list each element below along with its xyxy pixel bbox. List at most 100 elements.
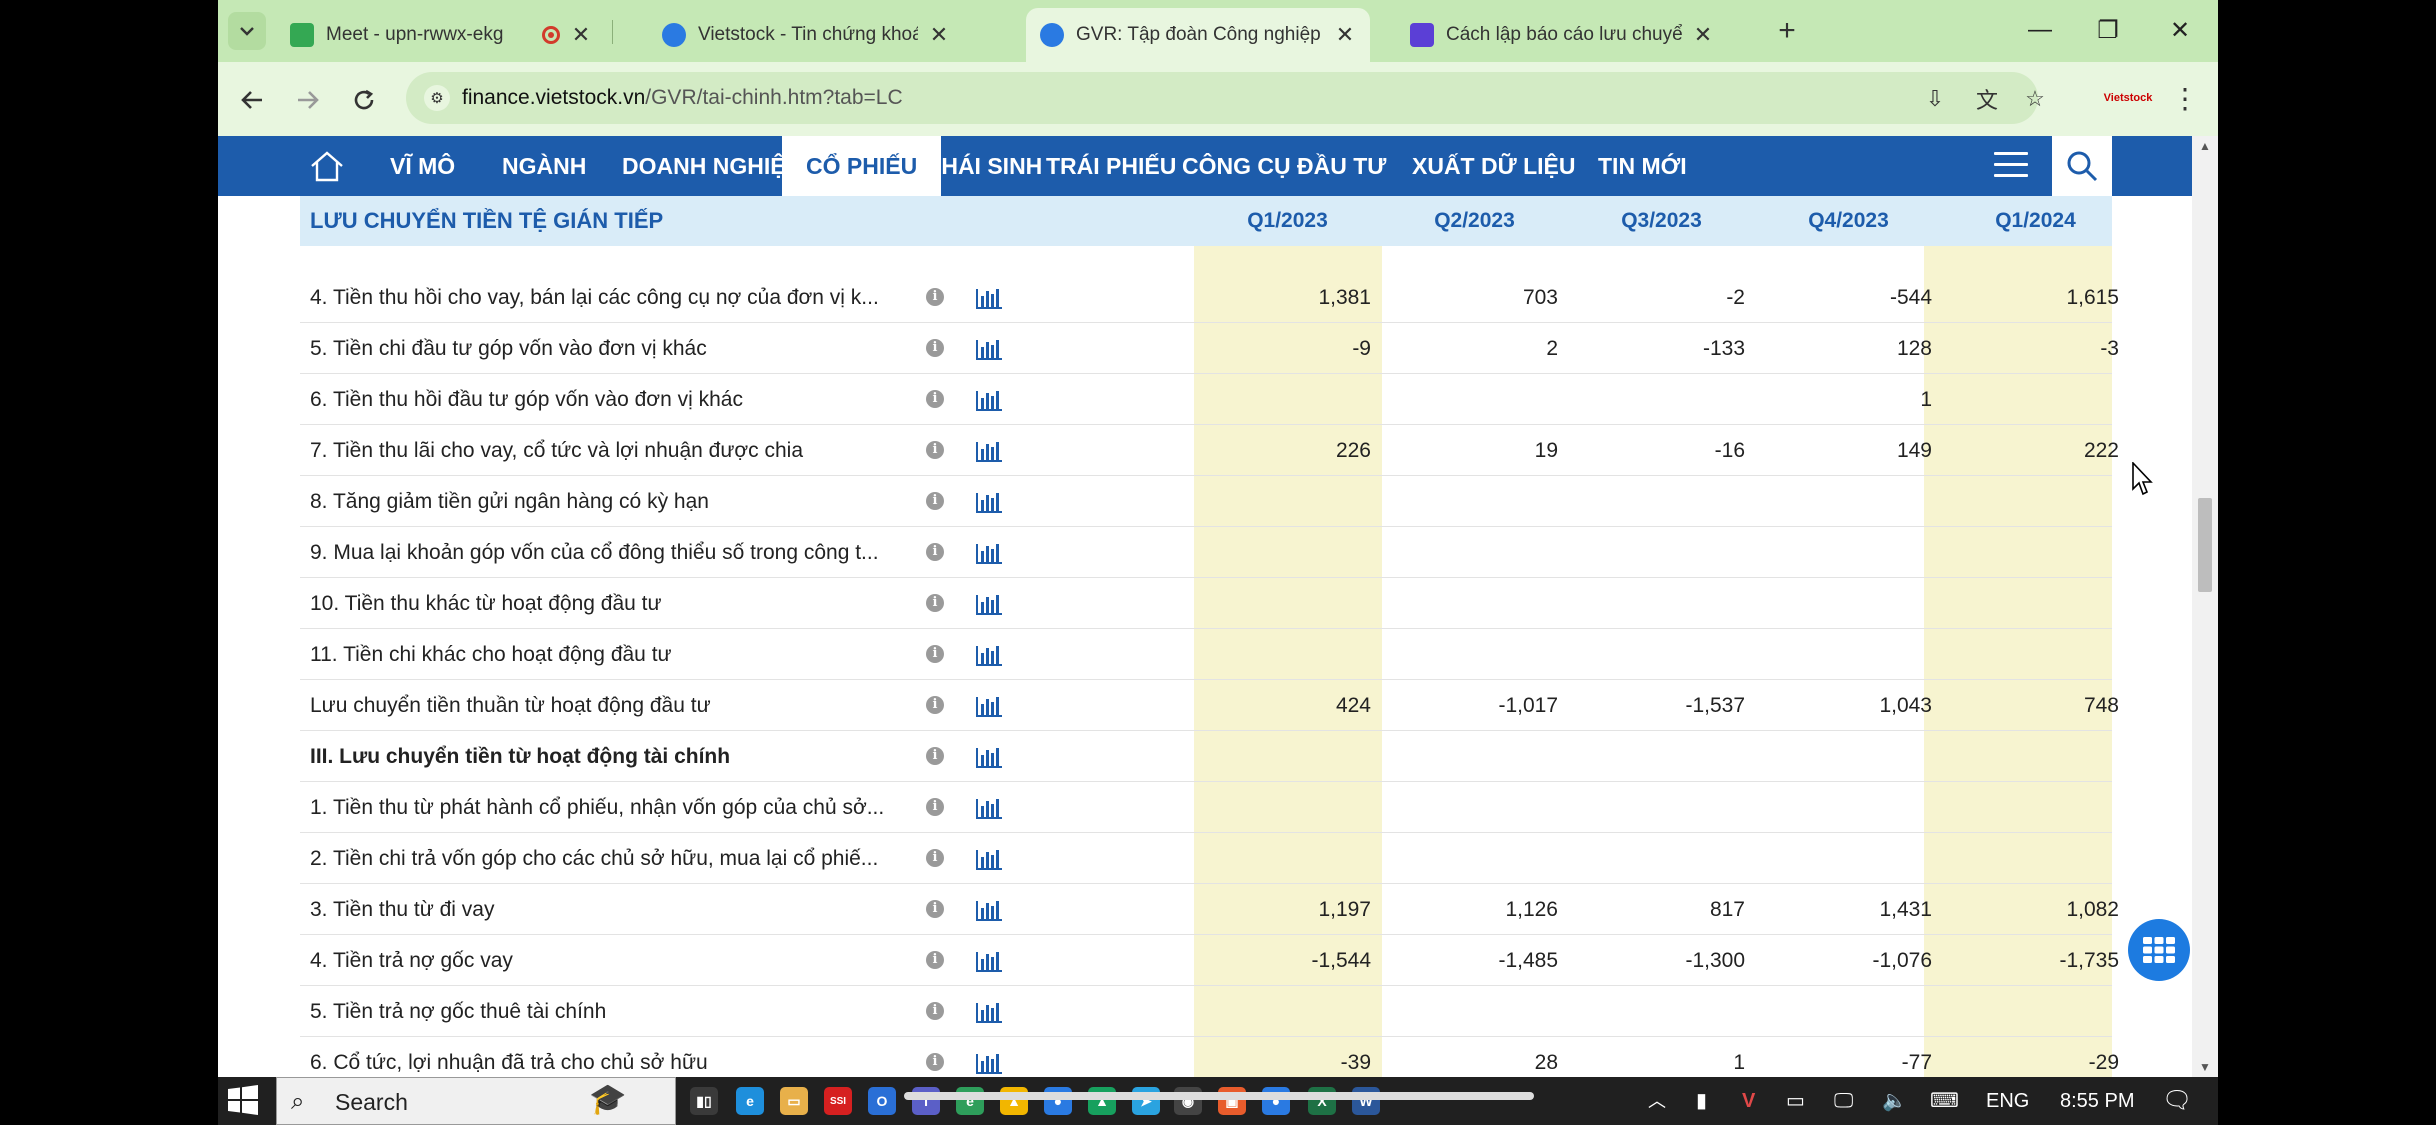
- row-label: 6. Tiền thu hồi đầu tư góp vốn vào đơn v…: [310, 388, 743, 411]
- volume-icon[interactable]: 🔈: [1882, 1077, 1907, 1125]
- vietstock-tray-icon[interactable]: V: [1742, 1077, 1755, 1125]
- info-icon[interactable]: i: [926, 747, 944, 765]
- info-icon[interactable]: i: [926, 900, 944, 918]
- keyboard-icon[interactable]: ⌨: [1930, 1077, 1959, 1125]
- bar-chart-icon[interactable]: [976, 950, 1002, 972]
- info-icon[interactable]: i: [926, 849, 944, 867]
- omnibox[interactable]: ⚙ finance.vietstock.vn/GVR/tai-chinh.htm…: [406, 72, 2045, 124]
- bar-chart-icon[interactable]: [976, 338, 1002, 360]
- row-label: 5. Tiền chi đầu tư góp vốn vào đơn vị kh…: [310, 337, 707, 360]
- reload-button[interactable]: [346, 82, 382, 118]
- minimize-button[interactable]: —: [2010, 8, 2070, 52]
- row-label: 2. Tiền chi trả vốn góp cho các chủ sở h…: [310, 847, 879, 870]
- network-icon[interactable]: 🖵: [1834, 1077, 1853, 1125]
- browser-menu-button[interactable]: ⋮: [2170, 82, 2200, 116]
- bar-chart-icon[interactable]: [976, 287, 1002, 309]
- info-icon[interactable]: i: [926, 339, 944, 357]
- new-tab-button[interactable]: +: [1770, 14, 1804, 48]
- info-icon[interactable]: i: [926, 390, 944, 408]
- bar-chart-icon[interactable]: [976, 389, 1002, 411]
- value-cell: -133: [1702, 337, 1745, 360]
- table-row: 9. Mua lại khoản góp vốn của cổ đông thi…: [300, 527, 2112, 578]
- apps-grid-button[interactable]: [2128, 919, 2190, 981]
- value-cell: 1,082: [2066, 898, 2119, 921]
- translate-icon[interactable]: 文: [1972, 84, 2002, 114]
- edge-icon[interactable]: e: [736, 1087, 764, 1115]
- tab-close-button[interactable]: ✕: [1692, 22, 1714, 48]
- nav-item[interactable]: NGÀNH: [478, 136, 610, 196]
- vietstock-extension-icon[interactable]: Vietstock: [2104, 84, 2153, 112]
- task-view-icon[interactable]: ▮▯: [690, 1087, 718, 1115]
- forward-button[interactable]: [290, 82, 326, 118]
- hamburger-menu-icon[interactable]: [1994, 152, 2028, 180]
- info-icon[interactable]: i: [926, 543, 944, 561]
- bar-chart-icon[interactable]: [976, 491, 1002, 513]
- install-app-icon[interactable]: ⇩: [1920, 84, 1950, 114]
- windows-start-icon[interactable]: [228, 1085, 262, 1117]
- meet-favicon-icon: [290, 23, 314, 47]
- info-icon[interactable]: i: [926, 1053, 944, 1071]
- bar-chart-icon[interactable]: [976, 848, 1002, 870]
- back-button[interactable]: [234, 82, 270, 118]
- nav-item[interactable]: TIN MỚI: [1574, 136, 1711, 196]
- notification-icon[interactable]: 🗨: [2162, 1077, 2192, 1125]
- bar-chart-icon[interactable]: [976, 1052, 1002, 1074]
- page-scrollbar[interactable]: ▲ ▼: [2192, 136, 2218, 1077]
- tab-meet[interactable]: Meet - upn-rwwx-ekg ✕: [276, 8, 606, 62]
- tab-search-button[interactable]: [228, 12, 266, 50]
- info-icon[interactable]: i: [926, 798, 944, 816]
- tab-close-button[interactable]: ✕: [570, 22, 592, 48]
- language-indicator[interactable]: ENG: [1986, 1077, 2029, 1125]
- bar-chart-icon[interactable]: [976, 899, 1002, 921]
- ssi-icon[interactable]: SSI: [824, 1087, 852, 1115]
- table-row: 5. Tiền chi đầu tư góp vốn vào đơn vị kh…: [300, 323, 2119, 374]
- address-bar-row: ⚙ finance.vietstock.vn/GVR/tai-chinh.htm…: [218, 62, 2218, 136]
- info-icon[interactable]: i: [926, 951, 944, 969]
- bar-chart-icon[interactable]: [976, 746, 1002, 768]
- info-icon[interactable]: i: [926, 1002, 944, 1020]
- scroll-up-arrow[interactable]: ▲: [2192, 136, 2218, 156]
- info-icon[interactable]: i: [926, 645, 944, 663]
- info-icon[interactable]: i: [926, 594, 944, 612]
- home-icon[interactable]: [308, 148, 346, 184]
- bar-chart-icon[interactable]: [976, 1001, 1002, 1023]
- tab-gvr[interactable]: GVR: Tập đoàn Công nghiệp Ca ✕: [1026, 8, 1370, 62]
- info-icon[interactable]: i: [926, 441, 944, 459]
- bar-chart-icon[interactable]: [976, 797, 1002, 819]
- video-scrubber-bar[interactable]: [904, 1092, 1534, 1100]
- bar-chart-icon[interactable]: [976, 695, 1002, 717]
- bar-chart-icon[interactable]: [976, 440, 1002, 462]
- usb-icon[interactable]: ▮: [1696, 1077, 1707, 1125]
- bar-chart-icon[interactable]: [976, 593, 1002, 615]
- taskbar-search-box[interactable]: ⌕ Search 🎓: [276, 1077, 676, 1125]
- tab-vietstock[interactable]: Vietstock - Tin chứng khoán, bấ ✕: [648, 8, 964, 62]
- nav-item[interactable]: XUẤT DỮ LIỆU: [1388, 136, 1599, 196]
- tab-cach-lap[interactable]: Cách lập báo cáo lưu chuyển tiề ✕: [1396, 8, 1728, 62]
- table-row: 4. Tiền thu hồi cho vay, bán lại các côn…: [300, 272, 2119, 323]
- info-icon[interactable]: i: [926, 696, 944, 714]
- clock[interactable]: 8:55 PM: [2060, 1077, 2134, 1125]
- table-row: III. Lưu chuyển tiền từ hoạt động tài ch…: [300, 731, 2112, 782]
- bookmark-star-icon[interactable]: ☆: [2020, 84, 2050, 114]
- file-explorer-icon[interactable]: ▭: [780, 1087, 808, 1115]
- bar-chart-icon[interactable]: [976, 644, 1002, 666]
- nav-item[interactable]: CÔNG CỤ ĐẦU TƯ: [1158, 136, 1410, 196]
- outlook-icon[interactable]: O: [868, 1087, 896, 1115]
- value-cell: 1: [1733, 1051, 1745, 1074]
- show-hidden-icons[interactable]: ︿: [1648, 1077, 1666, 1125]
- bar-chart-icon[interactable]: [976, 542, 1002, 564]
- battery-icon[interactable]: ▭: [1786, 1077, 1805, 1125]
- site-search-button[interactable]: [2052, 136, 2112, 196]
- site-info-icon[interactable]: ⚙: [424, 85, 450, 111]
- nav-item[interactable]: VĨ MÔ: [366, 136, 479, 196]
- info-icon[interactable]: i: [926, 492, 944, 510]
- value-cell: 28: [1534, 1051, 1558, 1074]
- scrollbar-thumb[interactable]: [2198, 498, 2212, 592]
- tab-close-button[interactable]: ✕: [1334, 22, 1356, 48]
- close-window-button[interactable]: ✕: [2150, 8, 2210, 52]
- info-icon[interactable]: i: [926, 288, 944, 306]
- restore-button[interactable]: ❐: [2078, 8, 2138, 52]
- scroll-down-arrow[interactable]: ▼: [2192, 1057, 2218, 1077]
- tab-close-button[interactable]: ✕: [928, 22, 950, 48]
- value-cell: 1,197: [1318, 898, 1371, 921]
